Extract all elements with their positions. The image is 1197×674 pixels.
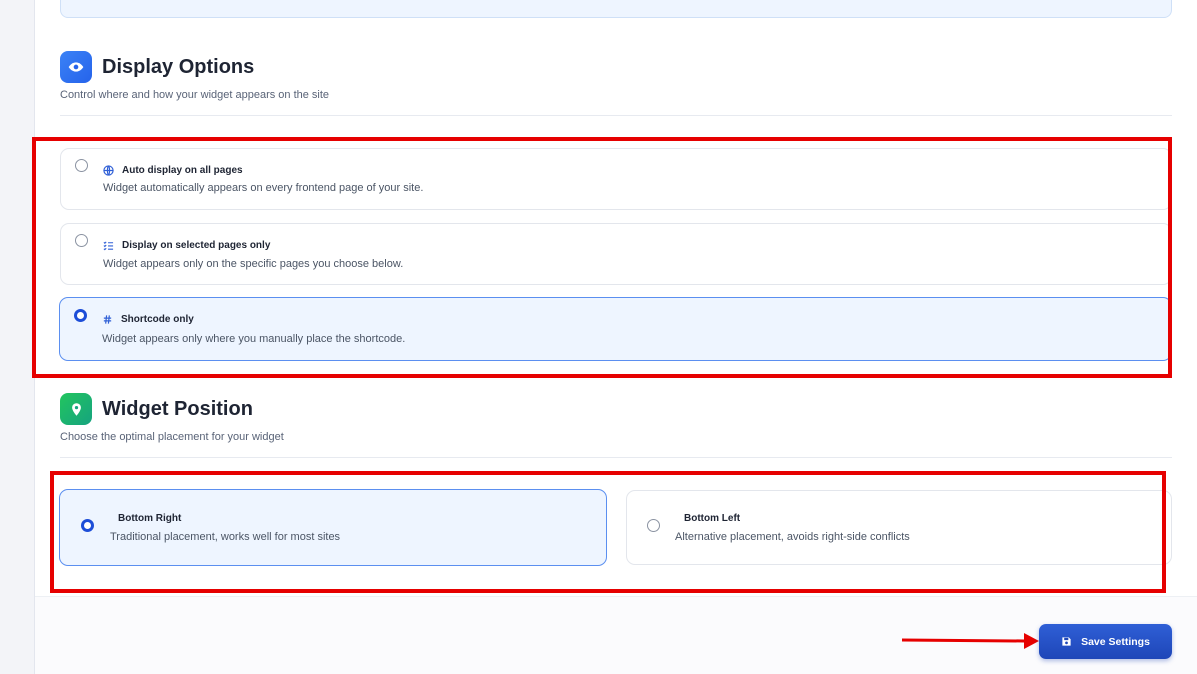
radio-bottom-left[interactable]: [647, 519, 660, 532]
save-settings-label: Save Settings: [1081, 635, 1150, 648]
option-description: Alternative placement, avoids right-side…: [675, 531, 910, 543]
save-settings-button[interactable]: Save Settings: [1039, 624, 1172, 659]
widget-position-subtitle: Choose the optimal placement for your wi…: [60, 431, 284, 443]
radio-auto-display[interactable]: [75, 159, 88, 172]
radio-selected-pages[interactable]: [75, 234, 88, 247]
position-bottom-left[interactable]: Bottom Left Alternative placement, avoid…: [626, 490, 1172, 565]
option-selected-pages[interactable]: Display on selected pages only Widget ap…: [60, 223, 1172, 285]
settings-panel: Display Options Control where and how yo…: [35, 0, 1197, 674]
option-auto-display[interactable]: Auto display on all pages Widget automat…: [60, 148, 1172, 210]
map-pin-icon: [60, 393, 92, 425]
option-description: Traditional placement, works well for mo…: [110, 531, 341, 543]
display-options-title: Display Options: [102, 55, 255, 78]
widget-position-header: Widget Position: [60, 393, 253, 425]
option-label: Auto display on all pages: [122, 165, 243, 176]
hash-icon: [102, 314, 113, 325]
divider: [60, 115, 1172, 116]
widget-position-title: Widget Position: [102, 397, 253, 420]
divider: [60, 457, 1172, 458]
list-check-icon: [103, 240, 114, 251]
option-label: Bottom Right: [118, 513, 182, 524]
position-bottom-right[interactable]: Bottom Right Traditional placement, work…: [59, 489, 607, 566]
radio-bottom-right[interactable]: [81, 519, 94, 532]
option-description: Widget appears only on the specific page…: [103, 258, 404, 270]
option-description: Widget automatically appears on every fr…: [103, 182, 424, 194]
left-rail: [0, 0, 35, 674]
option-label: Display on selected pages only: [122, 240, 271, 251]
globe-icon: [103, 165, 114, 176]
arrow-annotation: [902, 633, 1039, 649]
option-shortcode-only[interactable]: Shortcode only Widget appears only where…: [59, 297, 1172, 361]
display-options-subtitle: Control where and how your widget appear…: [60, 89, 330, 101]
eye-icon: [60, 51, 92, 83]
display-options-header: Display Options: [60, 51, 254, 83]
info-box: [60, 0, 1172, 18]
option-label: Bottom Left: [684, 513, 741, 524]
radio-shortcode-only[interactable]: [74, 309, 87, 322]
floppy-disk-icon: [1061, 636, 1072, 647]
option-description: Widget appears only where you manually p…: [102, 333, 406, 345]
option-label: Shortcode only: [121, 314, 194, 325]
